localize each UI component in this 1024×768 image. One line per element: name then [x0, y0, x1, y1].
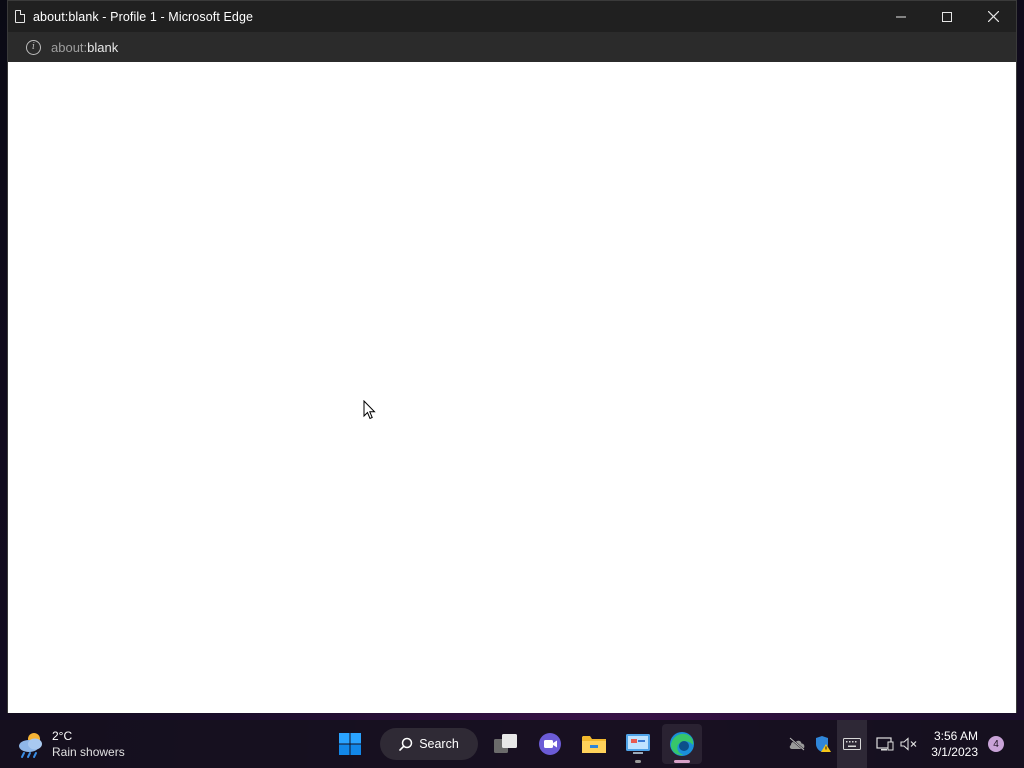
system-tray: 3:56 AM 3/1/2023 4 — [785, 720, 1024, 768]
window-controls — [878, 1, 1016, 32]
search-icon — [399, 737, 413, 751]
security-button[interactable] — [811, 732, 835, 756]
mouse-cursor-icon — [363, 400, 376, 420]
weather-widget[interactable]: 2°C Rain showers — [16, 728, 125, 760]
volume-muted-icon — [900, 737, 917, 751]
window-title: about:blank - Profile 1 - Microsoft Edge — [33, 9, 254, 24]
control-panel-icon — [626, 734, 650, 754]
active-indicator — [674, 760, 690, 763]
address-bar[interactable]: i about:blank — [8, 32, 1016, 62]
rain-cloud-icon — [19, 733, 42, 758]
cloud-offline-icon — [789, 737, 805, 751]
network-icon — [876, 737, 894, 751]
title-bar[interactable]: about:blank - Profile 1 - Microsoft Edge — [8, 1, 1016, 32]
start-button[interactable] — [330, 724, 370, 764]
weather-temperature: 2°C — [52, 729, 73, 743]
folder-icon — [582, 736, 606, 753]
url-display[interactable]: about:blank — [51, 40, 118, 55]
control-panel-button[interactable] — [618, 724, 658, 764]
weather-condition: Rain showers — [52, 745, 125, 759]
edge-window: about:blank - Profile 1 - Microsoft Edge… — [7, 0, 1017, 713]
minimize-icon — [896, 16, 906, 17]
minimize-button[interactable] — [878, 1, 924, 32]
url-scheme: about: — [51, 39, 88, 55]
touch-keyboard-button[interactable] — [837, 720, 868, 768]
file-explorer-button[interactable] — [574, 724, 614, 764]
maximize-button[interactable] — [924, 1, 970, 32]
volume-button[interactable] — [897, 732, 921, 756]
blank-page-icon — [15, 10, 25, 23]
task-view-icon — [494, 734, 517, 753]
chat-button[interactable] — [530, 724, 570, 764]
close-icon — [987, 11, 999, 22]
onedrive-button[interactable] — [785, 732, 809, 756]
task-view-button[interactable] — [486, 724, 526, 764]
taskbar: 2°C Rain showers Search 3:56 AM 3/1/2023… — [0, 720, 1024, 768]
clock-time: 3:56 AM — [933, 729, 978, 743]
running-indicator — [635, 760, 641, 763]
close-button[interactable] — [970, 1, 1016, 32]
edge-taskbar-button[interactable] — [662, 724, 702, 764]
maximize-icon — [942, 11, 952, 22]
taskbar-search-button[interactable]: Search — [380, 728, 478, 760]
page-viewport[interactable] — [8, 62, 1016, 713]
network-button[interactable] — [873, 732, 897, 756]
edge-icon — [670, 732, 694, 756]
search-label: Search — [419, 737, 459, 751]
windows-start-icon — [339, 733, 361, 755]
video-chat-icon — [539, 733, 561, 755]
clock-date: 3/1/2023 — [931, 745, 978, 759]
clock-button[interactable]: 3:56 AM 3/1/2023 — [931, 728, 978, 760]
defender-warning-icon — [816, 736, 832, 752]
taskbar-center: Search — [330, 724, 706, 764]
url-path: blank — [87, 39, 119, 55]
info-icon[interactable]: i — [26, 39, 41, 55]
keyboard-icon — [843, 738, 862, 750]
notification-badge[interactable]: 4 — [988, 736, 1004, 752]
